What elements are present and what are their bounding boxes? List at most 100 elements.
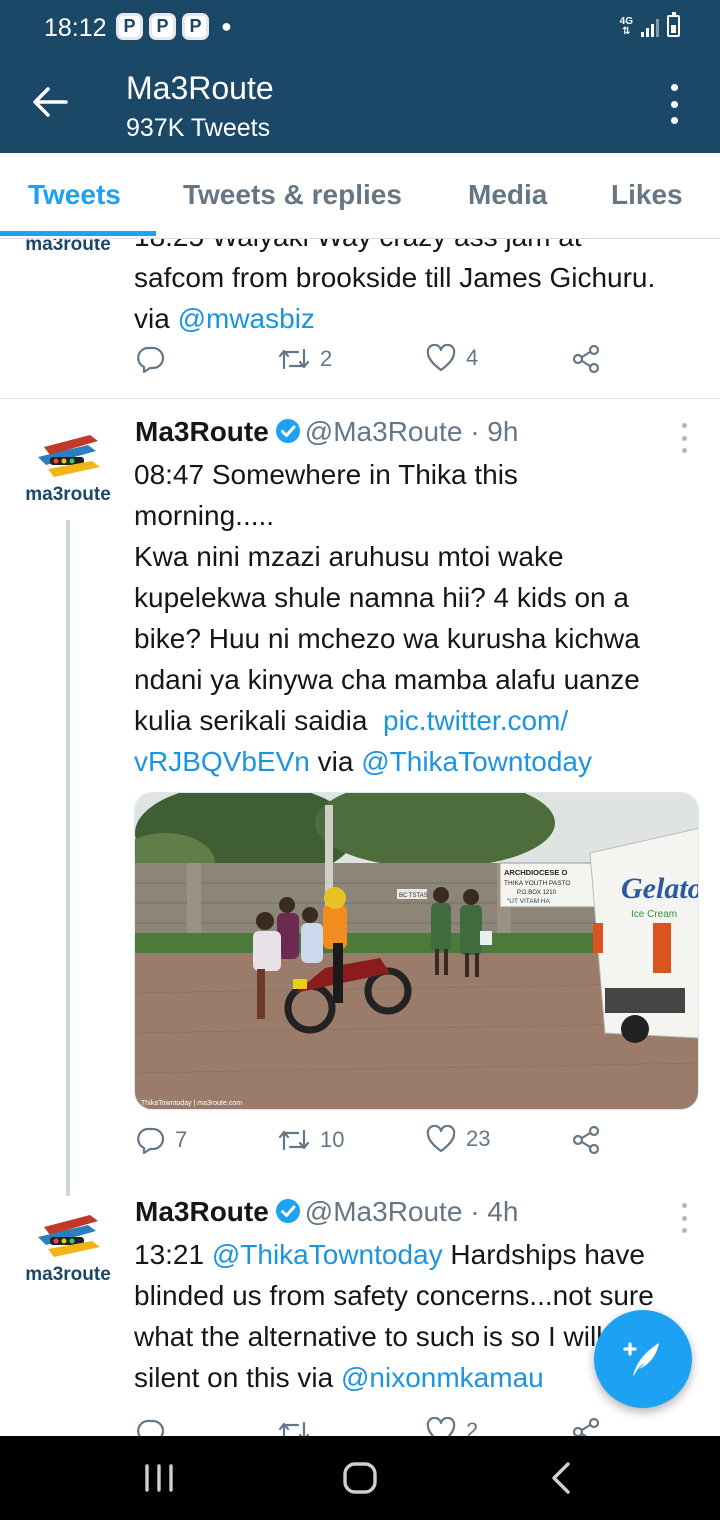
thread-connector-line <box>66 520 70 1196</box>
tweet-photo[interactable]: BC TSTAS ARCHDIOCESE O THIKA YOUTH PASTO… <box>134 792 699 1110</box>
tab-tweets-and-replies[interactable]: Tweets & replies <box>183 179 402 211</box>
svg-text:Ice Cream: Ice Cream <box>631 909 677 920</box>
home-icon[interactable] <box>340 1458 380 1498</box>
signal-strength-icon <box>641 17 659 37</box>
share-icon <box>572 1417 600 1436</box>
mention-link[interactable]: @mwasbiz <box>178 303 315 334</box>
tweet-divider <box>0 398 720 399</box>
mention-link[interactable]: @ThikaTowntoday <box>361 746 592 777</box>
battery-icon <box>667 12 680 37</box>
svg-text:ma3route: ma3route <box>25 239 111 255</box>
tweet-line: morning..... <box>134 500 275 531</box>
tweet-line: bike? Huu ni mchezo wa kurusha kichwa <box>134 623 640 654</box>
tweet-line: vRJBQVbEVn via @ThikaTowntoday <box>134 741 714 782</box>
system-navigation-bar <box>0 1436 720 1520</box>
mention-link[interactable]: @ThikaTowntoday <box>212 1239 443 1270</box>
like-button[interactable]: 4 <box>426 344 478 372</box>
tweet-options-icon[interactable] <box>676 423 692 453</box>
more-options-icon[interactable] <box>660 84 688 124</box>
tweet-count: 937K Tweets <box>126 114 271 142</box>
tweet-body: 08:47 Somewhere in Thika this morning...… <box>134 454 714 782</box>
share-button[interactable] <box>572 344 602 374</box>
ma3route-avatar[interactable]: ma3route <box>18 239 118 257</box>
status-time: 18:12 <box>44 14 107 42</box>
reply-button[interactable] <box>135 1417 175 1436</box>
retweet-icon <box>278 1421 310 1436</box>
pocket-notification-icon: P <box>182 13 209 40</box>
tab-likes[interactable]: Likes <box>611 179 683 211</box>
heart-icon <box>426 1125 456 1153</box>
profile-title: Ma3Route <box>126 70 274 106</box>
notification-icons: P P P ● <box>116 13 232 40</box>
compose-tweet-button[interactable] <box>594 1310 692 1408</box>
retweet-count: 10 <box>320 1127 345 1152</box>
photo-scene: BC TSTAS ARCHDIOCESE O THIKA YOUTH PASTO… <box>135 793 699 1109</box>
like-count: 23 <box>466 1126 491 1151</box>
svg-text:ma3route: ma3route <box>25 1264 111 1285</box>
tweet-text-span: silent on this via <box>134 1362 341 1393</box>
share-button[interactable] <box>572 1417 602 1436</box>
photo-credit: ThikaTowntoday | ma3route.com <box>141 1100 243 1107</box>
tweet-line: kulia serikali saidia pic.twitter.com/ <box>134 700 714 741</box>
retweet-button[interactable]: 2 <box>278 344 332 374</box>
tweet-text-span: kulia serikali saidia <box>134 705 383 736</box>
svg-text:ARCHDIOCESE O: ARCHDIOCESE O <box>504 868 568 877</box>
reply-button[interactable] <box>135 344 175 374</box>
tweet-timestamp: · 9h <box>470 416 519 447</box>
tweet-text-span: via <box>134 303 178 334</box>
tweet-line: 08:47 Somewhere in Thika this <box>134 459 518 490</box>
svg-text:ma3route: ma3route <box>25 484 111 505</box>
svg-text:THIKA YOUTH PASTO: THIKA YOUTH PASTO <box>504 880 570 887</box>
tweet-line: safcom from brookside till James Gichuru… <box>134 262 656 293</box>
back-icon[interactable] <box>542 1458 582 1498</box>
reply-button[interactable]: 7 <box>135 1125 187 1155</box>
mention-link[interactable]: @nixonmkamau <box>341 1362 544 1393</box>
retweet-button[interactable]: 10 <box>278 1125 344 1155</box>
tweet-line: kupelekwa shule namna hii? 4 kids on a <box>134 582 629 613</box>
retweet-icon <box>278 348 310 370</box>
tweet-header: Ma3Route @Ma3Route · 4h <box>135 1196 518 1228</box>
tweet-options-icon[interactable] <box>676 1203 692 1233</box>
recent-apps-icon[interactable] <box>139 1458 179 1498</box>
share-button[interactable] <box>572 1125 602 1155</box>
verified-badge-icon <box>275 419 300 443</box>
tweet-actions: 7 10 23 <box>135 1125 615 1165</box>
tweet-text-span: via <box>309 746 362 777</box>
tweet-line: blinded us from safety concerns...not su… <box>134 1280 654 1311</box>
data-arrows-icon: ⇅ <box>622 26 631 37</box>
like-button[interactable]: 2 <box>426 1417 478 1436</box>
retweet-button[interactable] <box>278 1417 320 1436</box>
pic-link[interactable]: pic.twitter.com/ <box>383 705 568 736</box>
ma3route-avatar[interactable]: ma3route <box>18 427 118 507</box>
active-tab-indicator <box>0 231 156 236</box>
app-header: 18:12 P P P ● 4G ⇅ Ma3Route 937K Tweets <box>0 0 720 153</box>
author-handle[interactable]: @Ma3Route <box>305 416 463 447</box>
tweet-text-span: 13:21 <box>134 1239 212 1270</box>
profile-tabs: Tweets Tweets & replies Media Likes <box>0 153 720 239</box>
tweet-actions: 2 <box>135 1417 615 1436</box>
back-arrow-icon[interactable] <box>30 85 70 119</box>
network-type-icon: 4G ⇅ <box>620 17 633 37</box>
author-name[interactable]: Ma3Route <box>135 416 269 447</box>
pocket-notification-icon: P <box>149 13 176 40</box>
tweet-line: Kwa nini mzazi aruhusu mtoi wake <box>134 541 564 572</box>
tab-tweets[interactable]: Tweets <box>28 179 121 211</box>
retweet-count: 2 <box>320 346 333 371</box>
like-count: 2 <box>466 1418 479 1436</box>
heart-icon <box>426 344 456 372</box>
svg-text:Gelato: Gelato <box>621 872 699 905</box>
ma3route-avatar[interactable]: ma3route <box>18 1207 118 1287</box>
retweet-icon <box>278 1129 310 1151</box>
tweet-line: ndani ya kinywa cha mamba alafu uanze <box>134 664 640 695</box>
like-button[interactable]: 23 <box>426 1125 490 1153</box>
author-handle[interactable]: @Ma3Route <box>305 1196 463 1227</box>
pic-link[interactable]: vRJBQVbEVn <box>134 746 310 777</box>
reply-icon <box>137 346 165 374</box>
share-icon <box>572 344 600 374</box>
tweet-body: 18:25 Waiyaki Way crazy ass jam at safco… <box>134 239 714 339</box>
share-icon <box>572 1125 600 1155</box>
reply-icon <box>137 1127 165 1155</box>
tab-media[interactable]: Media <box>468 179 547 211</box>
tweet-feed[interactable]: ma3route 18:25 Waiyaki Way crazy ass jam… <box>0 239 720 1436</box>
author-name[interactable]: Ma3Route <box>135 1196 269 1227</box>
